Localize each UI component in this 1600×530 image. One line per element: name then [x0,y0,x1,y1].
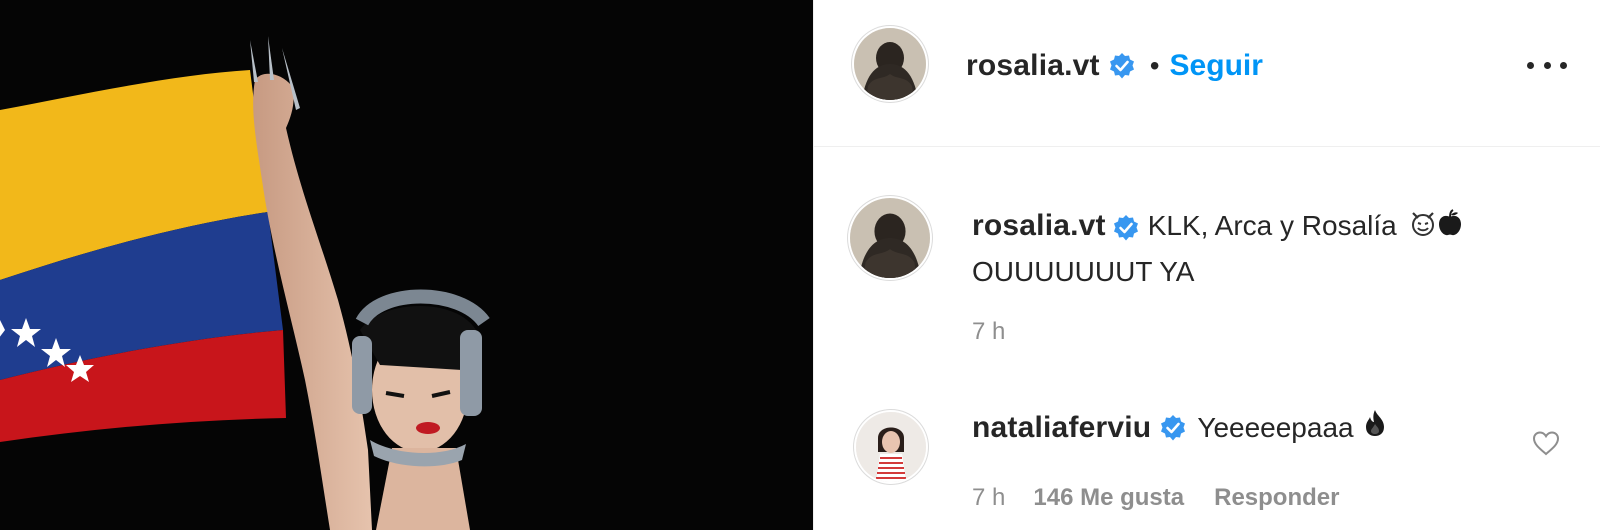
heart-icon[interactable] [1531,428,1561,458]
post-image [0,0,813,530]
author-avatar[interactable] [854,28,926,100]
post-header: rosalia.vt • Seguir [814,0,1600,147]
author-username[interactable]: rosalia.vt [966,49,1100,83]
more-options-icon[interactable] [1527,50,1567,80]
header-user-line: rosalia.vt • Seguir [966,46,1263,86]
reply-button[interactable]: Responder [1214,484,1339,512]
commenter-username[interactable]: nataliaferviu [972,406,1151,450]
smiling-imp-emoji-icon [1409,206,1437,250]
caption-text: rosalia.vt KLK, Arca y Rosalía OUUUUUUUT… [972,204,1562,294]
comment-meta: 7 h 146 Me gusta Responder [972,484,1339,512]
black-apple-emoji-icon [1437,206,1463,250]
follow-button[interactable]: Seguir [1170,49,1263,83]
commenter-avatar[interactable] [856,412,926,482]
comment-likes-count[interactable]: 146 Me gusta [1033,484,1184,512]
verified-badge-icon [1108,52,1136,80]
caption-author-username[interactable]: rosalia.vt [972,209,1106,242]
verified-badge-icon [1112,214,1140,242]
separator-dot: • [1149,50,1160,81]
flame-emoji-icon [1364,406,1386,450]
caption-author-avatar[interactable] [850,198,930,278]
comment-timestamp[interactable]: 7 h [972,484,1005,512]
venezuela-flag [0,70,286,442]
comment-body: Yeeeeepaaa [1197,412,1354,443]
post-photo[interactable] [0,0,813,530]
caption-line-1: KLK, Arca y Rosalía [1147,210,1397,241]
post-caption: rosalia.vt KLK, Arca y Rosalía OUUUUUUUT… [814,146,1600,366]
caption-line-2: OUUUUUUUT YA [972,255,1195,287]
post-side-panel: rosalia.vt • Seguir rosalia.vt KLK, Arca… [813,0,1600,530]
comment-text: nataliaferviu Yeeeeepaaa [972,406,1386,450]
verified-badge-icon [1159,414,1187,442]
comment-item: nataliaferviu Yeeeeepaaa 7 h 146 Me gust… [814,400,1600,530]
caption-timestamp[interactable]: 7 h [972,318,1005,346]
